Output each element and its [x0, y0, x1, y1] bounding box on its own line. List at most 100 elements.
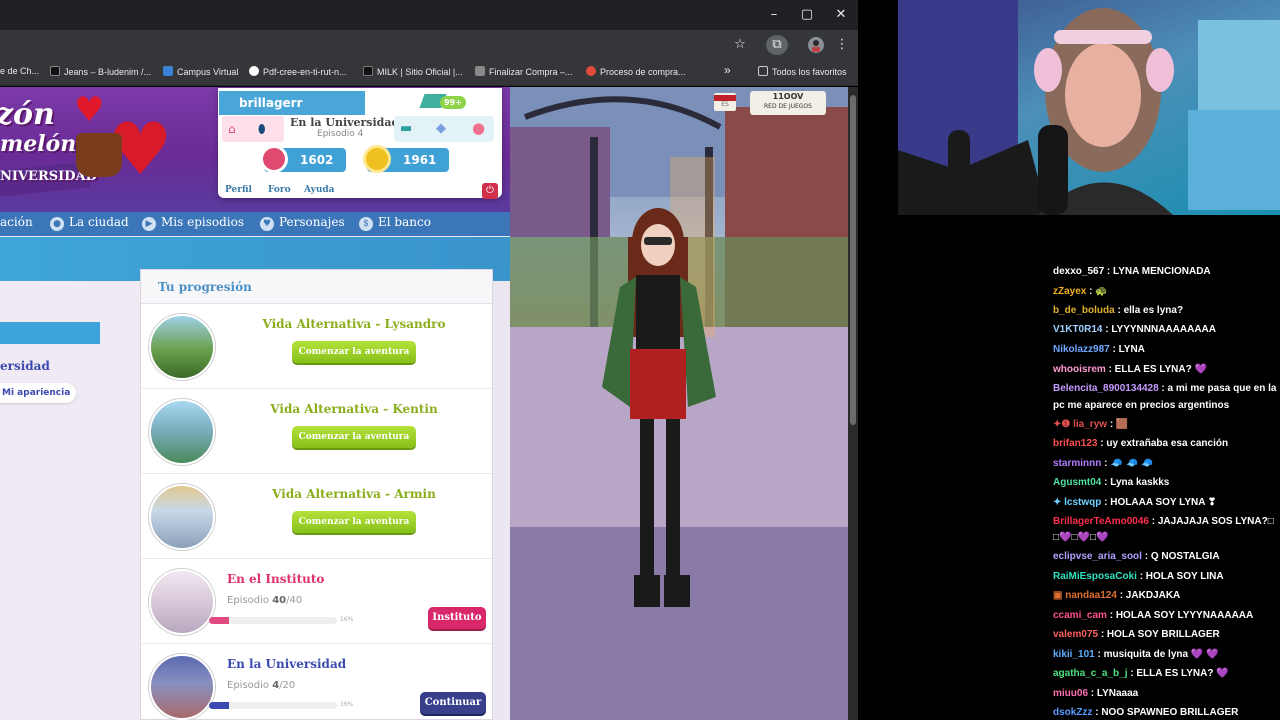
cake-icon[interactable]: ●: [472, 119, 485, 137]
nav-city[interactable]: ● La ciudad: [50, 215, 129, 231]
institute-button[interactable]: Instituto: [428, 607, 486, 629]
pa-counter[interactable]: 1602: [260, 145, 346, 173]
episode-thumbnail: [149, 569, 215, 635]
episode-row: En el Instituto Episodio 40/40 16% Insti…: [141, 559, 492, 644]
chat-username[interactable]: valem075: [1053, 629, 1098, 640]
nav-episodes[interactable]: ▶ Mis episodios: [142, 215, 244, 231]
room-icon[interactable]: ⌂ ⬮: [222, 116, 284, 142]
chat-username[interactable]: ✦❶ lia_ryw: [1053, 419, 1107, 430]
episode-count: Episodio 4/20: [227, 680, 296, 691]
chat-username[interactable]: ▣ nandaa124: [1053, 590, 1117, 601]
chat-text: : 🧢 🧢 🧢: [1101, 458, 1154, 469]
chat-username[interactable]: eclipvse_aria_sool: [1053, 551, 1142, 562]
bookmark-favicon-icon: [249, 66, 259, 76]
continue-button[interactable]: Continuar: [420, 692, 486, 714]
episode-percent: 16%: [340, 701, 354, 708]
username[interactable]: brillagerr: [219, 91, 365, 115]
coin-icon: [363, 145, 391, 173]
chat-text: : Lyna kaskks: [1101, 477, 1170, 488]
notification-badge: 99+: [440, 96, 466, 109]
chat-message: miuu06 : LYNaaaa: [1053, 687, 1280, 701]
game-header: zón melón NIVERSIDAD ♥ ♥ brillagerr 99+ …: [0, 87, 510, 212]
bookmark-item[interactable]: Campus Virtual: [163, 66, 238, 80]
chat-username[interactable]: agatha_c_a_b_j: [1053, 668, 1128, 679]
bookmark-favicon-icon: [475, 66, 485, 76]
user-panel: brillagerr 99+ ⌂ ⬮ En la Universidad Epi…: [218, 88, 502, 198]
chat-message: ccami_cam : HOLAA SOY LYYYNAAAAAA: [1053, 609, 1280, 623]
network-brand: 11OOV: [772, 92, 804, 101]
bookmark-item[interactable]: e de Ch...: [0, 66, 39, 80]
bookmark-item[interactable]: Pdf-cree-en-ti-rut-n...: [249, 66, 347, 80]
alt-life-thumbnail: [149, 484, 215, 550]
bookmark-item[interactable]: Jeans – B-ludenim /...: [50, 66, 151, 80]
logo-line2: melón: [0, 131, 77, 157]
profile-link[interactable]: Perfil: [225, 185, 252, 195]
folder-icon: [758, 66, 768, 76]
nav-home[interactable]: ación: [0, 215, 33, 229]
alt-life-title: Vida Alternativa - Kentin: [270, 402, 438, 416]
pa-icon: [260, 145, 288, 173]
nav-bank[interactable]: $ El banco: [359, 215, 431, 231]
wardrobe-icon[interactable]: ◆: [436, 121, 446, 136]
chat-username[interactable]: BrillagerTeAmo0046: [1053, 516, 1149, 527]
start-adventure-button[interactable]: Comenzar la aventura: [292, 511, 416, 533]
left-episode-label: ersidad: [0, 359, 50, 373]
alt-life-row: Vida Alternativa - Kentin Comenzar la av…: [141, 389, 492, 474]
chat-username[interactable]: starminnn: [1053, 458, 1101, 469]
chat-text: : NOO SPAWNEO BRILLAGER: [1092, 707, 1239, 718]
language-selector[interactable]: ES: [714, 93, 736, 111]
bookmark-item[interactable]: Proceso de compra...: [586, 66, 686, 80]
extensions-icon[interactable]: ⧉: [766, 35, 788, 55]
shop-icons[interactable]: ▬ ◆ ●: [394, 116, 494, 142]
profile-avatar-icon[interactable]: [808, 37, 824, 53]
chat-message: valem075 : HOLA SOY BRILLAGER: [1053, 628, 1280, 642]
chat-text: : HOLA SOY BRILLAGER: [1098, 629, 1220, 640]
chat-username[interactable]: whooisrem: [1053, 364, 1106, 375]
chat-message: dsokZzz : NOO SPAWNEO BRILLAGER: [1053, 706, 1280, 720]
chat-username[interactable]: dsokZzz: [1053, 707, 1092, 718]
chat-username[interactable]: miuu06: [1053, 688, 1088, 699]
chat-username[interactable]: brifan123: [1053, 438, 1097, 449]
chat-username[interactable]: dexxo_567: [1053, 266, 1104, 277]
bookmark-star-icon[interactable]: ☆: [732, 37, 748, 53]
all-bookmarks-button[interactable]: Todos los favoritos: [758, 66, 847, 80]
network-badge[interactable]: 11OOV RED DE JUEGOS: [750, 91, 826, 115]
chat-username[interactable]: V1KT0R14: [1053, 324, 1102, 335]
start-adventure-button[interactable]: Comenzar la aventura: [292, 341, 416, 363]
forum-link[interactable]: Foro: [268, 185, 291, 195]
help-link[interactable]: Ayuda: [304, 185, 335, 195]
chat-message: brifan123 : uy extrañaba esa canción: [1053, 437, 1280, 451]
chat-text: : HOLAAA SOY LYNA ❣: [1101, 497, 1217, 508]
close-button[interactable]: ✕: [831, 6, 851, 24]
bookmarks-overflow-button[interactable]: »: [724, 63, 731, 77]
chat-username[interactable]: zZayex: [1053, 286, 1086, 297]
more-menu-icon[interactable]: ⋮: [834, 37, 850, 53]
scrollbar-thumb[interactable]: [850, 95, 856, 425]
chat-username[interactable]: Nikolazz987: [1053, 344, 1110, 355]
progress-header: Tu progresión: [141, 270, 492, 304]
chat-username[interactable]: b_de_boluda: [1053, 305, 1115, 316]
start-adventure-button[interactable]: Comenzar la aventura: [292, 426, 416, 448]
chat-message: ✦ lcstwqp : HOLAAA SOY LYNA ❣: [1053, 496, 1280, 510]
cart-icon[interactable]: ▬: [400, 121, 412, 136]
dollars-counter[interactable]: 1961: [363, 145, 449, 173]
chat-username[interactable]: ccami_cam: [1053, 610, 1107, 621]
bookmark-item[interactable]: MILK | Sitio Oficial |...: [363, 66, 463, 80]
chat-username[interactable]: Belencita_8900134428: [1053, 383, 1159, 394]
nav-characters[interactable]: ♥ Personajes: [260, 215, 345, 231]
logout-icon[interactable]: ⏻: [482, 183, 498, 199]
page-scrollbar[interactable]: [848, 87, 858, 720]
appearance-button[interactable]: Mi apariencia: [0, 383, 76, 403]
progress-title: Tu progresión: [158, 280, 252, 294]
chat-username[interactable]: Agusmt04: [1053, 477, 1101, 488]
maximize-button[interactable]: ▢: [797, 6, 817, 24]
bookmark-item[interactable]: Finalizar Compra –...: [475, 66, 573, 80]
chat-text: : LYNaaaa: [1088, 688, 1139, 699]
chat-username[interactable]: RaiMiEsposaCoki: [1053, 571, 1137, 582]
stream-chat: dexxo_567 : LYNA MENCIONADA zZayex : 🐢 b_d…: [898, 215, 1280, 720]
minimize-button[interactable]: –: [764, 6, 784, 24]
alt-life-row: Vida Alternativa - Lysandro Comenzar la …: [141, 304, 492, 389]
chat-username[interactable]: kikii_101: [1053, 649, 1095, 660]
play-icon: ▶: [142, 217, 156, 231]
chat-username[interactable]: ✦ lcstwqp: [1053, 497, 1101, 508]
